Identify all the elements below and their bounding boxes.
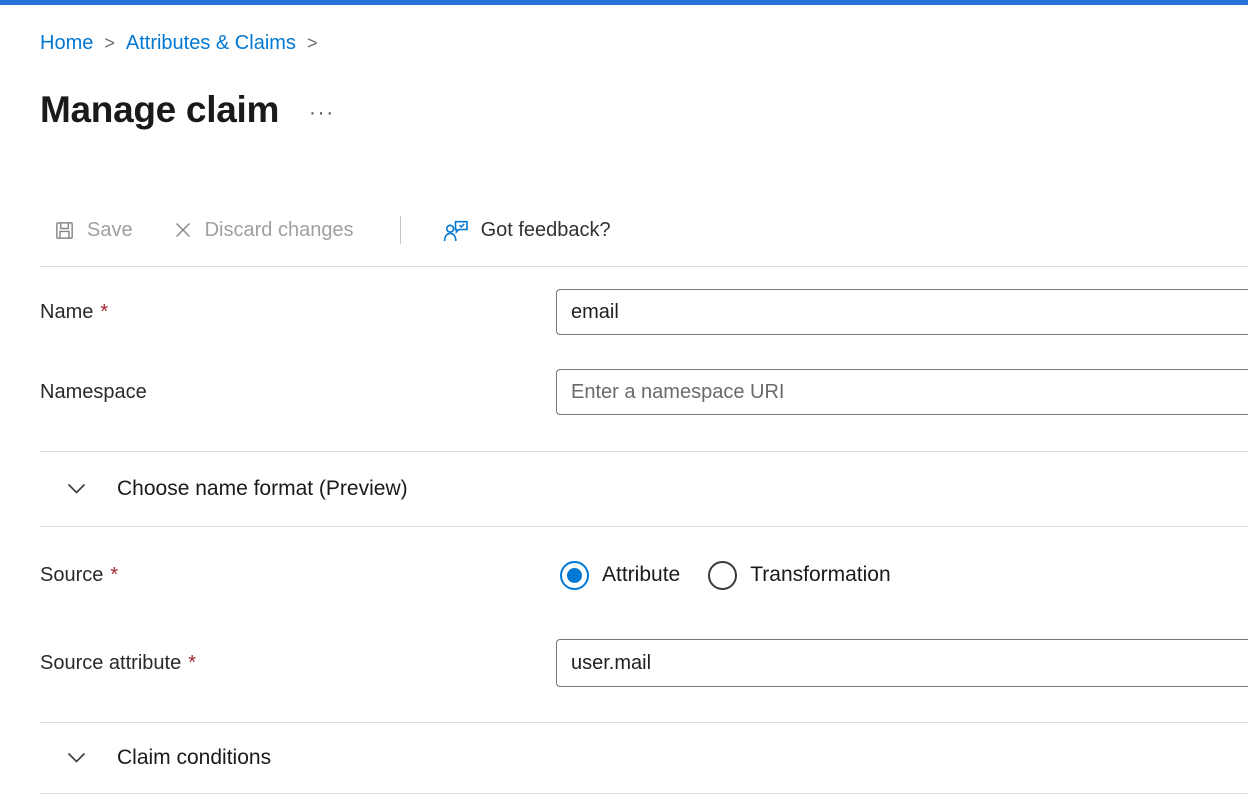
- source-attribute-input[interactable]: [556, 639, 1248, 687]
- namespace-input[interactable]: [556, 369, 1248, 415]
- source-radio-transformation[interactable]: Transformation: [708, 561, 890, 590]
- breadcrumb-separator: >: [93, 28, 126, 58]
- got-feedback-label: Got feedback?: [481, 219, 611, 242]
- breadcrumb-link-home[interactable]: Home: [40, 28, 93, 58]
- source-radio-attribute[interactable]: Attribute: [560, 561, 680, 590]
- chevron-down-icon: [67, 752, 86, 764]
- feedback-person-icon: [443, 218, 469, 243]
- breadcrumb: Home > Attributes & Claims >: [40, 28, 1248, 58]
- top-accent-bar: [0, 0, 1248, 5]
- claim-conditions-section-label: Claim conditions: [117, 746, 271, 770]
- toolbar-divider: [40, 266, 1248, 267]
- name-input[interactable]: [556, 289, 1248, 335]
- save-button[interactable]: Save: [54, 219, 133, 242]
- discard-changes-button[interactable]: Discard changes: [173, 219, 354, 242]
- chevron-down-icon: [67, 483, 86, 495]
- save-label: Save: [87, 219, 133, 242]
- radio-selected-icon: [560, 561, 589, 590]
- choose-name-format-section-label: Choose name format (Preview): [117, 477, 408, 501]
- got-feedback-button[interactable]: Got feedback?: [443, 218, 611, 243]
- required-asterisk: *: [100, 301, 108, 323]
- source-attribute-label: Source attribute*: [40, 652, 556, 675]
- namespace-label: Namespace: [40, 381, 556, 404]
- discard-changes-label: Discard changes: [205, 219, 354, 242]
- section-divider: [40, 526, 1248, 527]
- section-divider: [40, 793, 1248, 794]
- dismiss-x-icon: [173, 220, 193, 240]
- required-asterisk: *: [188, 652, 196, 674]
- breadcrumb-separator: >: [296, 28, 329, 58]
- more-options-icon[interactable]: ···: [309, 103, 335, 123]
- name-label: Name*: [40, 301, 556, 324]
- page-title: Manage claim: [40, 89, 279, 131]
- source-radio-attribute-label: Attribute: [602, 563, 680, 587]
- breadcrumb-link-attributes-claims[interactable]: Attributes & Claims: [126, 28, 296, 58]
- radio-unselected-icon: [708, 561, 737, 590]
- save-icon: [54, 220, 75, 241]
- claim-conditions-section-toggle[interactable]: Claim conditions: [40, 723, 1248, 793]
- source-attribute-field-row: Source attribute*: [40, 639, 1248, 687]
- namespace-field-row: Namespace: [40, 369, 1248, 415]
- source-radio-transformation-label: Transformation: [750, 563, 890, 587]
- source-label: Source*: [40, 564, 556, 587]
- required-asterisk: *: [110, 564, 118, 586]
- toolbar-separator: [400, 216, 401, 244]
- name-field-row: Name*: [40, 289, 1248, 335]
- source-field-row: Source* Attribute Transformation: [40, 557, 1248, 593]
- source-radio-group: Attribute Transformation: [560, 561, 891, 590]
- command-bar: Save Discard changes Got feedback?: [40, 210, 1248, 250]
- choose-name-format-section-toggle[interactable]: Choose name format (Preview): [40, 452, 1248, 526]
